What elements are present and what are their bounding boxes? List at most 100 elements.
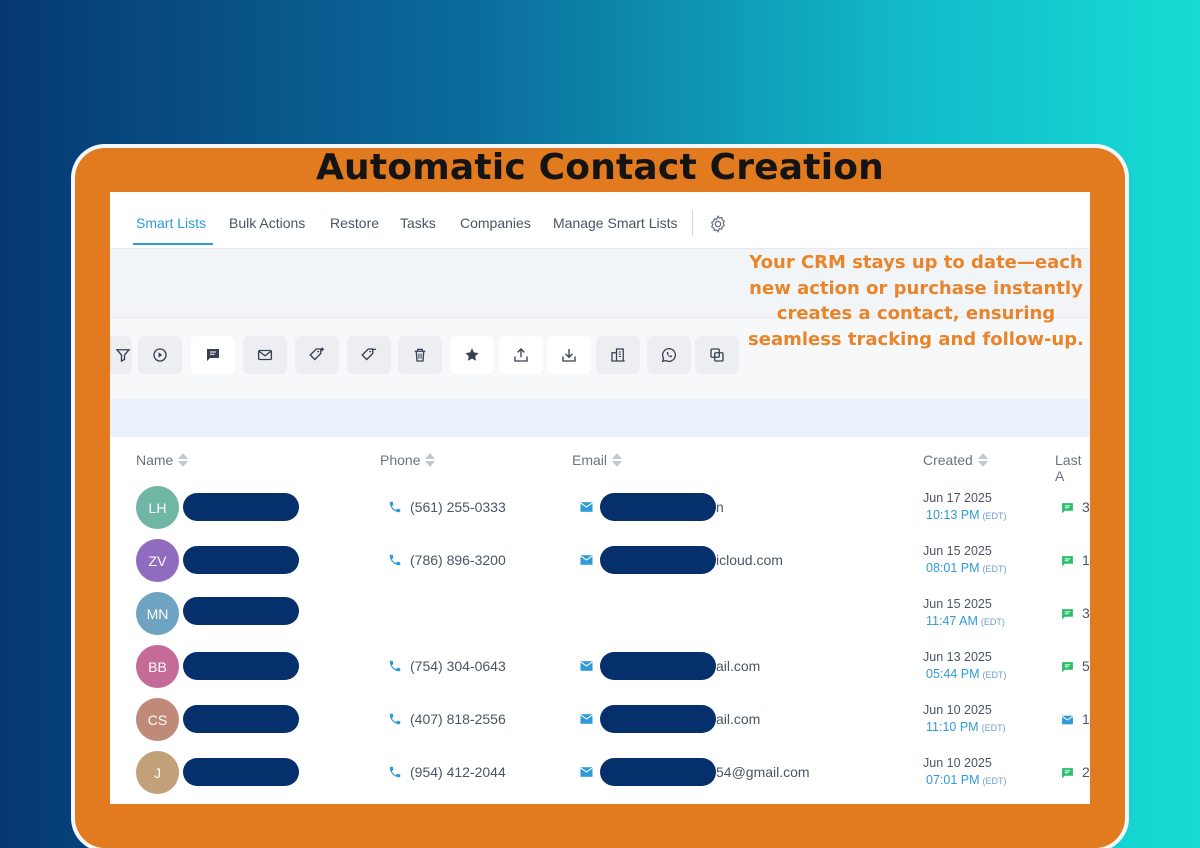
phone-number[interactable]: (954) 412-2044 <box>410 764 506 780</box>
mail-icon <box>580 502 593 512</box>
remove-tag-icon <box>361 348 377 361</box>
created-time: 08:01 PM (EDT) <box>926 561 1007 575</box>
table-row[interactable]: CS (407) 818-2556 ail.com Jun 10 2025 11… <box>110 693 1090 747</box>
export-button[interactable] <box>499 336 543 374</box>
company-icon <box>611 348 625 362</box>
company-button[interactable] <box>596 336 640 374</box>
mail-icon <box>580 767 593 777</box>
sort-icon <box>977 453 988 467</box>
column-header-created[interactable]: Created <box>923 452 988 468</box>
avatar: MN <box>136 592 179 635</box>
email-fragment[interactable]: ail.com <box>716 658 760 674</box>
filter-icon <box>115 349 131 363</box>
mail-icon <box>1061 715 1074 725</box>
add-tag-icon <box>309 347 325 361</box>
table-row[interactable] <box>110 799 1090 804</box>
created-time: 11:47 AM (EDT) <box>926 614 1005 628</box>
gear-icon[interactable] <box>708 214 728 234</box>
headline: Automatic Contact Creation <box>315 147 885 188</box>
redacted-name <box>183 758 299 786</box>
tab-manage-smart-lists[interactable]: Manage Smart Lists <box>553 215 678 231</box>
phone-icon <box>389 766 401 778</box>
activity-count: 5 <box>1082 658 1090 674</box>
created-time: 10:13 PM (EDT) <box>926 508 1007 522</box>
phone-number[interactable]: (786) 896-3200 <box>410 552 506 568</box>
created-date: Jun 15 2025 <box>923 544 992 558</box>
created-date: Jun 13 2025 <box>923 650 992 664</box>
email-button[interactable] <box>243 336 287 374</box>
activity-count: 1 <box>1082 711 1090 727</box>
phone-number[interactable]: (407) 818-2556 <box>410 711 506 727</box>
email-fragment[interactable]: ail.com <box>716 711 760 727</box>
merge-icon <box>710 348 724 362</box>
message-icon <box>1062 768 1073 779</box>
column-header-phone[interactable]: Phone <box>380 452 436 468</box>
automation-button[interactable] <box>138 336 182 374</box>
table-row[interactable]: LH (561) 255-0333 n Jun 17 2025 10:13 PM… <box>110 481 1090 535</box>
import-button[interactable] <box>547 336 591 374</box>
tab-divider <box>692 210 693 236</box>
column-header-name[interactable]: Name <box>136 452 189 468</box>
message-icon <box>1062 556 1073 567</box>
sms-button[interactable] <box>191 336 235 374</box>
email-fragment[interactable]: icloud.com <box>716 552 783 568</box>
mail-icon <box>580 555 593 565</box>
table-row[interactable]: ZV (786) 896-3200 icloud.com Jun 15 2025… <box>110 534 1090 588</box>
phone-icon <box>389 501 401 513</box>
phone-icon <box>389 660 401 672</box>
activity-count: 3 <box>1082 605 1090 621</box>
tab-bulk-actions[interactable]: Bulk Actions <box>229 215 305 231</box>
tab-smart-lists[interactable]: Smart Lists <box>136 215 206 231</box>
redacted-email <box>600 758 716 786</box>
import-icon <box>562 349 576 362</box>
tab-tasks[interactable]: Tasks <box>400 215 436 231</box>
add-tag-button[interactable] <box>295 336 339 374</box>
email-icon <box>257 349 273 361</box>
star-button[interactable] <box>450 336 494 374</box>
created-time: 11:10 PM (EDT) <box>926 720 1006 734</box>
merge-button[interactable] <box>695 336 739 374</box>
activity-count: 3 <box>1082 499 1090 515</box>
created-date: Jun 10 2025 <box>923 756 992 770</box>
redacted-name <box>183 705 299 733</box>
created-date: Jun 15 2025 <box>923 597 992 611</box>
selection-bar <box>110 399 1090 437</box>
delete-icon <box>414 348 426 362</box>
whatsapp-button[interactable] <box>647 336 691 374</box>
phone-number[interactable]: (561) 255-0333 <box>410 499 506 515</box>
table-row[interactable]: BB (754) 304-0643 ail.com Jun 13 2025 05… <box>110 640 1090 694</box>
column-header-email[interactable]: Email <box>572 452 623 468</box>
created-date: Jun 17 2025 <box>923 491 992 505</box>
message-icon <box>1062 662 1073 673</box>
created-date: Jun 10 2025 <box>923 703 992 717</box>
sort-icon <box>612 453 623 467</box>
redacted-email <box>600 546 716 574</box>
tab-companies[interactable]: Companies <box>460 215 531 231</box>
message-icon <box>1062 609 1073 620</box>
table-row[interactable]: MN Jun 15 2025 11:47 AM (EDT) 3 <box>110 587 1090 641</box>
mail-icon <box>580 714 593 724</box>
phone-number[interactable]: (754) 304-0643 <box>410 658 506 674</box>
redacted-name <box>183 546 299 574</box>
email-fragment[interactable]: n <box>716 499 724 515</box>
email-fragment[interactable]: 54@gmail.com <box>716 764 810 780</box>
star-icon <box>465 348 479 361</box>
sms-icon <box>207 349 219 361</box>
active-tab-indicator <box>133 243 213 245</box>
column-header-last-activity[interactable]: Last A <box>1055 452 1090 484</box>
table-row[interactable]: J (954) 412-2044 54@gmail.com Jun 10 202… <box>110 746 1090 800</box>
redacted-email <box>600 652 716 680</box>
redacted-name <box>183 652 299 680</box>
sort-icon <box>178 453 189 467</box>
avatar: LH <box>136 486 179 529</box>
filter-button[interactable] <box>110 336 132 374</box>
export-icon <box>514 348 528 362</box>
avatar: CS <box>136 698 179 741</box>
tab-restore[interactable]: Restore <box>330 215 379 231</box>
avatar: ZV <box>136 539 179 582</box>
redacted-name <box>183 493 299 521</box>
delete-button[interactable] <box>398 336 442 374</box>
mail-icon <box>580 661 593 671</box>
message-icon <box>1062 503 1073 514</box>
remove-tag-button[interactable] <box>347 336 391 374</box>
